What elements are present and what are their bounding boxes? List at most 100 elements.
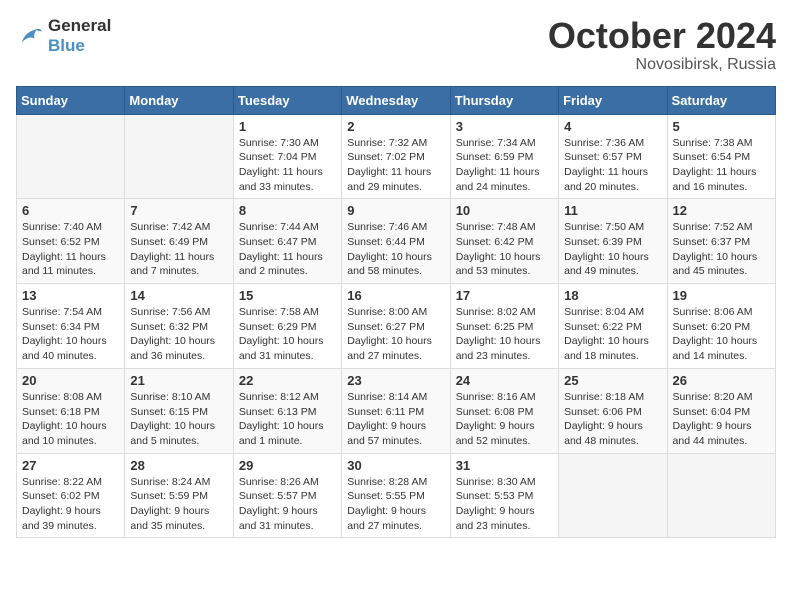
cell-content: Sunrise: 7:48 AMSunset: 6:42 PMDaylight:… (456, 220, 553, 279)
day-number: 2 (347, 119, 444, 134)
cell-content: Sunrise: 7:42 AMSunset: 6:49 PMDaylight:… (130, 220, 227, 279)
calendar-cell: 30 Sunrise: 8:28 AMSunset: 5:55 PMDaylig… (342, 453, 450, 538)
calendar-cell: 17 Sunrise: 8:02 AMSunset: 6:25 PMDaylig… (450, 284, 558, 369)
cell-content: Sunrise: 8:06 AMSunset: 6:20 PMDaylight:… (673, 305, 770, 364)
col-header-monday: Monday (125, 86, 233, 114)
day-number: 3 (456, 119, 553, 134)
calendar-cell: 29 Sunrise: 8:26 AMSunset: 5:57 PMDaylig… (233, 453, 341, 538)
cell-content: Sunrise: 8:04 AMSunset: 6:22 PMDaylight:… (564, 305, 661, 364)
col-header-saturday: Saturday (667, 86, 775, 114)
cell-content: Sunrise: 8:00 AMSunset: 6:27 PMDaylight:… (347, 305, 444, 364)
calendar-cell (667, 453, 775, 538)
cell-content: Sunrise: 8:20 AMSunset: 6:04 PMDaylight:… (673, 390, 770, 449)
calendar-cell: 19 Sunrise: 8:06 AMSunset: 6:20 PMDaylig… (667, 284, 775, 369)
calendar-cell (17, 114, 125, 199)
cell-content: Sunrise: 8:08 AMSunset: 6:18 PMDaylight:… (22, 390, 119, 449)
day-number: 24 (456, 373, 553, 388)
col-header-sunday: Sunday (17, 86, 125, 114)
day-number: 4 (564, 119, 661, 134)
day-number: 26 (673, 373, 770, 388)
cell-content: Sunrise: 8:30 AMSunset: 5:53 PMDaylight:… (456, 475, 553, 534)
calendar-cell: 22 Sunrise: 8:12 AMSunset: 6:13 PMDaylig… (233, 368, 341, 453)
day-number: 14 (130, 288, 227, 303)
day-number: 18 (564, 288, 661, 303)
day-number: 30 (347, 458, 444, 473)
cell-content: Sunrise: 7:30 AMSunset: 7:04 PMDaylight:… (239, 136, 336, 195)
logo-text: General Blue (48, 16, 111, 55)
calendar-cell: 27 Sunrise: 8:22 AMSunset: 6:02 PMDaylig… (17, 453, 125, 538)
day-number: 22 (239, 373, 336, 388)
week-row-3: 13 Sunrise: 7:54 AMSunset: 6:34 PMDaylig… (17, 284, 776, 369)
calendar-cell: 28 Sunrise: 8:24 AMSunset: 5:59 PMDaylig… (125, 453, 233, 538)
day-number: 12 (673, 203, 770, 218)
cell-content: Sunrise: 8:22 AMSunset: 6:02 PMDaylight:… (22, 475, 119, 534)
day-number: 1 (239, 119, 336, 134)
day-number: 8 (239, 203, 336, 218)
calendar-cell: 26 Sunrise: 8:20 AMSunset: 6:04 PMDaylig… (667, 368, 775, 453)
calendar-cell: 23 Sunrise: 8:14 AMSunset: 6:11 PMDaylig… (342, 368, 450, 453)
cell-content: Sunrise: 7:54 AMSunset: 6:34 PMDaylight:… (22, 305, 119, 364)
day-number: 17 (456, 288, 553, 303)
calendar-cell: 16 Sunrise: 8:00 AMSunset: 6:27 PMDaylig… (342, 284, 450, 369)
calendar-cell (125, 114, 233, 199)
day-number: 7 (130, 203, 227, 218)
calendar-cell: 6 Sunrise: 7:40 AMSunset: 6:52 PMDayligh… (17, 199, 125, 284)
cell-content: Sunrise: 7:50 AMSunset: 6:39 PMDaylight:… (564, 220, 661, 279)
cell-content: Sunrise: 8:02 AMSunset: 6:25 PMDaylight:… (456, 305, 553, 364)
week-row-1: 1 Sunrise: 7:30 AMSunset: 7:04 PMDayligh… (17, 114, 776, 199)
header-row: SundayMondayTuesdayWednesdayThursdayFrid… (17, 86, 776, 114)
title-block: October 2024 Novosibirsk, Russia (548, 16, 776, 74)
cell-content: Sunrise: 8:16 AMSunset: 6:08 PMDaylight:… (456, 390, 553, 449)
day-number: 21 (130, 373, 227, 388)
day-number: 6 (22, 203, 119, 218)
logo-icon (16, 22, 44, 50)
day-number: 27 (22, 458, 119, 473)
calendar-cell: 20 Sunrise: 8:08 AMSunset: 6:18 PMDaylig… (17, 368, 125, 453)
cell-content: Sunrise: 8:28 AMSunset: 5:55 PMDaylight:… (347, 475, 444, 534)
cell-content: Sunrise: 7:34 AMSunset: 6:59 PMDaylight:… (456, 136, 553, 195)
day-number: 11 (564, 203, 661, 218)
cell-content: Sunrise: 7:44 AMSunset: 6:47 PMDaylight:… (239, 220, 336, 279)
calendar-cell (559, 453, 667, 538)
day-number: 13 (22, 288, 119, 303)
col-header-wednesday: Wednesday (342, 86, 450, 114)
calendar-cell: 14 Sunrise: 7:56 AMSunset: 6:32 PMDaylig… (125, 284, 233, 369)
cell-content: Sunrise: 7:32 AMSunset: 7:02 PMDaylight:… (347, 136, 444, 195)
calendar-cell: 13 Sunrise: 7:54 AMSunset: 6:34 PMDaylig… (17, 284, 125, 369)
calendar-cell: 11 Sunrise: 7:50 AMSunset: 6:39 PMDaylig… (559, 199, 667, 284)
calendar-cell: 3 Sunrise: 7:34 AMSunset: 6:59 PMDayligh… (450, 114, 558, 199)
calendar-cell: 25 Sunrise: 8:18 AMSunset: 6:06 PMDaylig… (559, 368, 667, 453)
month-title: October 2024 (548, 16, 776, 56)
calendar-table: SundayMondayTuesdayWednesdayThursdayFrid… (16, 86, 776, 539)
day-number: 16 (347, 288, 444, 303)
week-row-5: 27 Sunrise: 8:22 AMSunset: 6:02 PMDaylig… (17, 453, 776, 538)
week-row-4: 20 Sunrise: 8:08 AMSunset: 6:18 PMDaylig… (17, 368, 776, 453)
calendar-cell: 5 Sunrise: 7:38 AMSunset: 6:54 PMDayligh… (667, 114, 775, 199)
day-number: 23 (347, 373, 444, 388)
cell-content: Sunrise: 7:58 AMSunset: 6:29 PMDaylight:… (239, 305, 336, 364)
calendar-cell: 12 Sunrise: 7:52 AMSunset: 6:37 PMDaylig… (667, 199, 775, 284)
day-number: 29 (239, 458, 336, 473)
day-number: 9 (347, 203, 444, 218)
calendar-cell: 7 Sunrise: 7:42 AMSunset: 6:49 PMDayligh… (125, 199, 233, 284)
cell-content: Sunrise: 7:36 AMSunset: 6:57 PMDaylight:… (564, 136, 661, 195)
cell-content: Sunrise: 7:52 AMSunset: 6:37 PMDaylight:… (673, 220, 770, 279)
calendar-cell: 21 Sunrise: 8:10 AMSunset: 6:15 PMDaylig… (125, 368, 233, 453)
logo: General Blue (16, 16, 111, 55)
cell-content: Sunrise: 8:26 AMSunset: 5:57 PMDaylight:… (239, 475, 336, 534)
cell-content: Sunrise: 8:12 AMSunset: 6:13 PMDaylight:… (239, 390, 336, 449)
week-row-2: 6 Sunrise: 7:40 AMSunset: 6:52 PMDayligh… (17, 199, 776, 284)
day-number: 15 (239, 288, 336, 303)
cell-content: Sunrise: 7:46 AMSunset: 6:44 PMDaylight:… (347, 220, 444, 279)
day-number: 20 (22, 373, 119, 388)
col-header-thursday: Thursday (450, 86, 558, 114)
page-header: General Blue October 2024 Novosibirsk, R… (16, 16, 776, 74)
cell-content: Sunrise: 7:56 AMSunset: 6:32 PMDaylight:… (130, 305, 227, 364)
day-number: 19 (673, 288, 770, 303)
day-number: 5 (673, 119, 770, 134)
cell-content: Sunrise: 7:40 AMSunset: 6:52 PMDaylight:… (22, 220, 119, 279)
calendar-cell: 18 Sunrise: 8:04 AMSunset: 6:22 PMDaylig… (559, 284, 667, 369)
cell-content: Sunrise: 8:14 AMSunset: 6:11 PMDaylight:… (347, 390, 444, 449)
day-number: 25 (564, 373, 661, 388)
day-number: 10 (456, 203, 553, 218)
